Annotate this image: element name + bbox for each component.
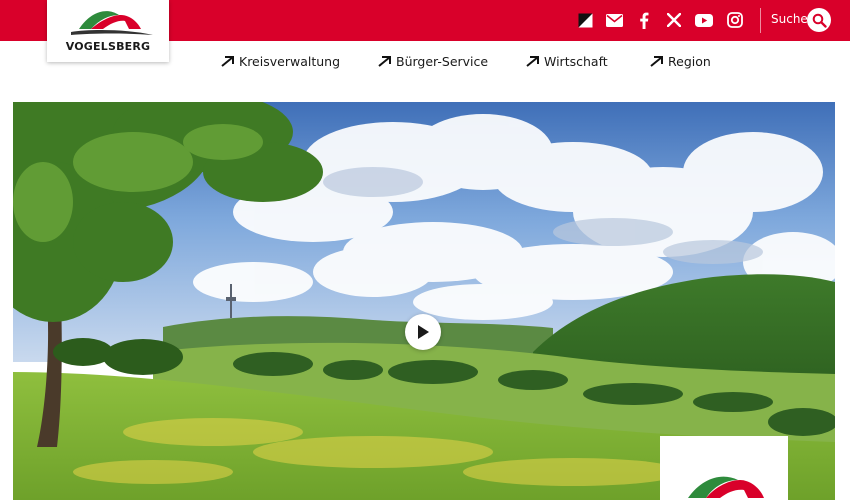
header-divider	[760, 8, 761, 33]
nav-item-label: Kreisverwaltung	[239, 53, 341, 69]
corner-logo-mark	[688, 476, 764, 498]
nav-item-label: Bürger-Service	[396, 53, 489, 69]
nav-item-kreisverwaltung[interactable]: Kreisverwaltung	[221, 52, 340, 70]
instagram-icon[interactable]	[725, 10, 745, 30]
logo-text: VOGELSBERG	[65, 40, 151, 53]
nav-item-wirtschaft[interactable]: Wirtschaft	[526, 52, 608, 70]
play-icon	[418, 325, 429, 339]
play-button[interactable]	[405, 314, 441, 350]
search-label[interactable]: Suche	[771, 12, 808, 26]
nav-item-label: Region	[668, 53, 711, 69]
nav-item-buerger-service[interactable]: Bürger-Service	[378, 52, 488, 70]
search-icon	[812, 13, 827, 28]
x-icon[interactable]	[664, 10, 684, 30]
arrow-icon	[650, 56, 663, 67]
contrast-icon[interactable]	[575, 10, 595, 30]
site-logo[interactable]: VOGELSBERG	[47, 0, 169, 62]
corner-logo-card	[660, 436, 788, 500]
arrow-icon	[526, 56, 539, 67]
nav-item-region[interactable]: Region	[650, 52, 711, 70]
youtube-icon[interactable]	[694, 10, 714, 30]
search-button[interactable]	[807, 8, 831, 32]
nav-item-label: Wirtschaft	[544, 53, 608, 69]
logo-mark	[71, 11, 153, 35]
arrow-icon	[378, 56, 391, 67]
mail-icon[interactable]	[604, 10, 624, 30]
facebook-icon[interactable]	[634, 10, 654, 30]
arrow-icon	[221, 56, 234, 67]
